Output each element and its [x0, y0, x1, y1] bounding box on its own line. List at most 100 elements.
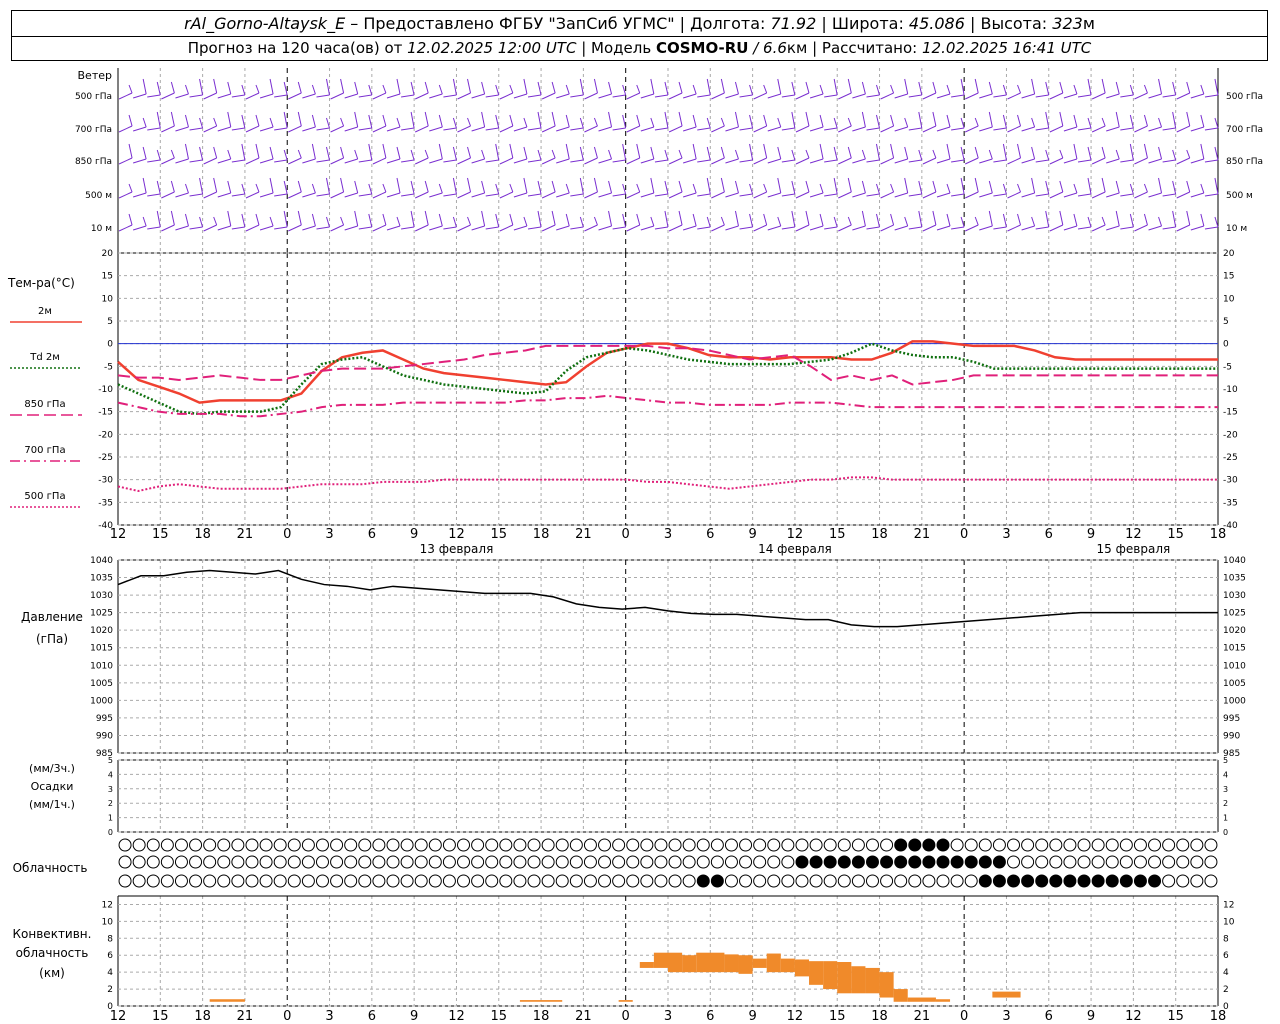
cloud-symbol	[245, 838, 259, 852]
wind-barb-feather	[297, 111, 302, 127]
cloud-symbol	[1133, 855, 1147, 869]
x-tick-label: 3	[325, 527, 333, 542]
cloud-symbol	[344, 855, 358, 869]
y-tick-label-right: 995	[1223, 714, 1240, 724]
cloud-symbol	[358, 855, 372, 869]
wind-barb	[626, 125, 640, 133]
wind-barb-feather	[340, 216, 345, 226]
y-tick-label-right: 20	[1223, 249, 1235, 259]
wind-barb	[1148, 192, 1162, 198]
cloud-symbol	[485, 838, 499, 852]
wind-barb-feather	[241, 143, 246, 161]
cloud-symbol	[837, 874, 851, 888]
cloud-symbol	[668, 874, 682, 888]
cloud-symbol	[724, 874, 738, 888]
wind-barb	[161, 224, 175, 232]
wind-barb	[1007, 224, 1021, 232]
wind-barb-feather	[340, 117, 345, 127]
wind-barb	[556, 225, 570, 231]
wind-barb	[189, 226, 203, 230]
wind-barb	[429, 126, 443, 132]
wind-barb	[964, 125, 979, 133]
wind-barb	[936, 93, 951, 99]
wind-barb-feather	[1087, 117, 1092, 129]
wind-barb	[429, 225, 443, 231]
wind-level-label: 850 гПа	[75, 157, 112, 167]
x-tick-label-bottom: 0	[622, 1009, 630, 1024]
cloud-symbol	[1049, 838, 1063, 852]
wind-barb	[753, 92, 767, 100]
cloud-symbol	[1204, 855, 1218, 869]
wind-barb-feather	[1017, 84, 1021, 94]
wind-barb-feather	[311, 143, 316, 160]
cloud-symbol	[146, 855, 160, 869]
wind-barb	[1190, 126, 1204, 132]
wind-barb	[880, 125, 894, 133]
wind-barb-feather	[932, 180, 937, 193]
wind-barb-feather	[861, 210, 866, 227]
wind-barb	[1190, 192, 1204, 198]
wind-barb-feather	[1045, 81, 1050, 96]
y-tick-label: -5	[104, 362, 113, 372]
wind-barb	[1049, 125, 1064, 133]
wind-barb-feather	[636, 114, 641, 127]
wind-barb-feather	[777, 117, 782, 128]
cloud-symbol	[598, 874, 612, 888]
wind-barb-feather	[565, 213, 570, 227]
wind-barb	[584, 191, 598, 199]
wind-barb-feather	[720, 177, 725, 193]
wind-barb	[993, 159, 1007, 163]
wind-barb-feather	[988, 81, 993, 95]
wind-level-label: 500 м	[85, 191, 112, 201]
cloud-symbol	[259, 874, 273, 888]
wind-barb-feather	[1073, 213, 1078, 227]
wind-barb	[866, 226, 880, 230]
wind-barb-feather	[1129, 183, 1134, 195]
wind-barb	[964, 224, 979, 232]
cloud-symbol	[569, 874, 583, 888]
wind-barb-feather	[199, 146, 204, 161]
wind-barb	[993, 127, 1007, 131]
wind-barb	[541, 191, 556, 199]
wind-level-label: 500 гПа	[75, 92, 112, 102]
wind-barb-feather	[340, 78, 345, 94]
wind-barb-feather	[890, 84, 895, 94]
wind-barb	[330, 191, 344, 199]
wind-barb	[443, 159, 457, 163]
cloud-symbol	[823, 874, 837, 888]
wind-barb-feather	[382, 84, 387, 94]
cloud-symbol	[259, 855, 273, 869]
wind-barb-feather	[720, 146, 725, 159]
cloud-symbol	[1190, 855, 1204, 869]
x-tick-label-bottom: 21	[575, 1009, 592, 1024]
wind-barb	[118, 191, 133, 199]
x-tick-label-bottom: 12	[448, 1009, 465, 1024]
x-tick-label-bottom: 3	[325, 1009, 333, 1024]
wind-barb	[217, 93, 231, 99]
y-tick-label-right: -30	[1223, 476, 1238, 486]
wind-barb-feather	[819, 114, 824, 128]
wind-barb	[1077, 127, 1092, 131]
wind-barb-feather	[283, 149, 288, 161]
cloud-symbol	[1035, 855, 1049, 869]
wind-barb-feather	[452, 78, 457, 96]
conv-cloud-bar	[823, 961, 838, 990]
wind-barb-feather	[1101, 146, 1106, 159]
wind-barb	[358, 127, 372, 131]
wind-barb-feather	[255, 84, 260, 94]
wind-barb	[344, 192, 358, 198]
wind-barb-feather	[452, 117, 457, 129]
wind-barb-feather	[241, 84, 246, 96]
wind-level-label: 700 гПа	[75, 125, 112, 135]
wind-barb	[217, 126, 231, 132]
wind-barb-feather	[452, 177, 457, 195]
wind-barb-feather	[156, 149, 161, 161]
x-tick-label: 21	[237, 527, 254, 542]
temp-legend-label: 2м	[38, 306, 52, 317]
cloud-symbol	[583, 874, 597, 888]
wind-barb-feather	[255, 114, 260, 127]
wind-barb	[471, 158, 485, 164]
wind-barb	[175, 192, 189, 198]
wind-barb-feather	[142, 117, 147, 128]
wind-barb-feather	[777, 216, 782, 227]
